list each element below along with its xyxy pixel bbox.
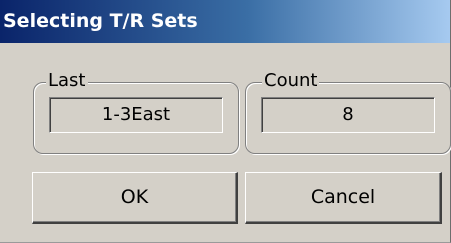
count-groupbox: Count 8 [245,70,451,154]
title-bar[interactable]: Selecting T/R Sets [0,0,450,43]
count-groupbox-label: Count [262,70,320,92]
last-groupbox-label: Last [46,70,88,92]
ok-button[interactable]: OK [32,172,238,224]
last-value-field: 1-3East [49,97,223,133]
dialog-window: Selecting T/R Sets Last 1-3East Count 8 … [0,0,451,243]
count-value-field: 8 [261,97,435,133]
last-groupbox: Last 1-3East [33,70,239,154]
cancel-button[interactable]: Cancel [245,172,442,224]
